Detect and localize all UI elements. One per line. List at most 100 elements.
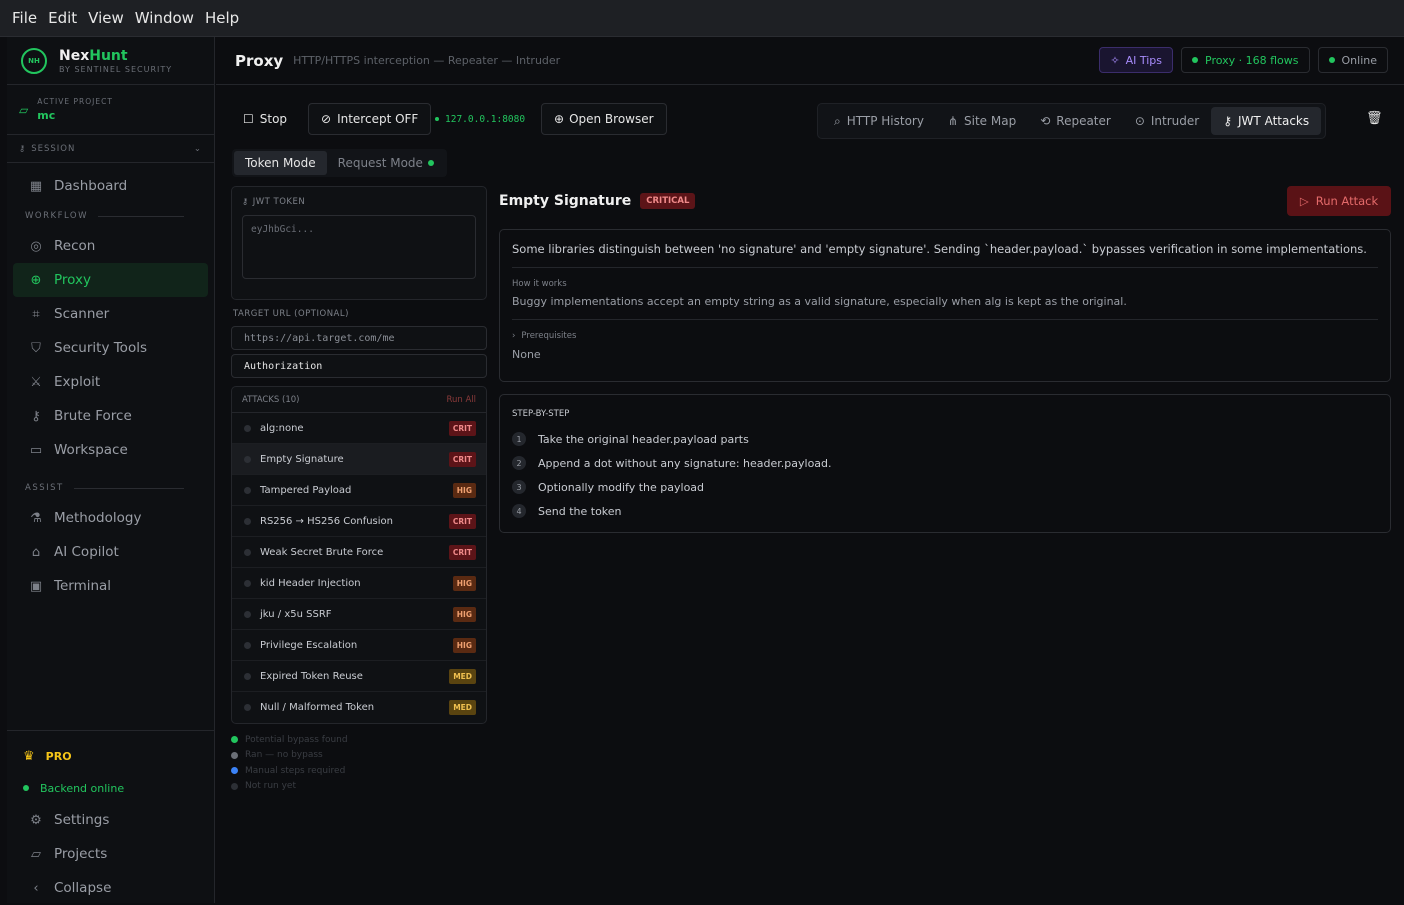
status-dot — [244, 455, 251, 463]
tab-site-map[interactable]: ⋔ Site Map — [936, 107, 1028, 135]
attack-name: Tampered Payload — [260, 484, 352, 496]
nav-scanner[interactable]: ⌗ Scanner — [13, 297, 208, 331]
attack-row[interactable]: Null / Malformed Token MED — [232, 692, 486, 723]
legend-not-run: Not run yet — [245, 781, 296, 792]
sidebar-bottom: ♛ PRO Backend online ⚙ Settings ▱ Projects … — [7, 730, 215, 905]
sitemap-icon: ⋔ — [947, 114, 959, 128]
legend-dot-manual — [231, 767, 238, 775]
active-project[interactable]: ▱ ACTIVE PROJECT mc — [7, 85, 214, 135]
session-dropdown[interactable]: ⚷ SESSION ⌄ — [7, 135, 214, 163]
search-icon: ⌕ — [834, 113, 841, 128]
open-browser-button[interactable]: ⊕ Open Browser — [541, 103, 667, 135]
nav-ai-copilot[interactable]: ⌂ AI Copilot — [13, 535, 208, 569]
attack-row[interactable]: Weak Secret Brute Force CRIT — [232, 537, 486, 568]
brand-name: NexHunt — [59, 48, 172, 64]
jwt-token-input[interactable]: eyJhbGci... — [242, 215, 476, 279]
prerequisites-value: None — [512, 348, 541, 361]
proxy-flows-badge[interactable]: Proxy · 168 flows — [1181, 47, 1310, 73]
severity-badge: HIG — [452, 575, 476, 591]
chevron-right-icon: › — [512, 331, 516, 341]
online-label: Online — [1341, 53, 1377, 67]
attack-row[interactable]: Expired Token Reuse MED — [232, 661, 486, 692]
nav-brute-force-label: Brute Force — [54, 408, 132, 424]
menu-edit[interactable]: Edit — [48, 9, 77, 27]
step-text: Send the token — [538, 504, 622, 518]
repeat-icon: ⟲ — [1040, 114, 1051, 128]
ai-tips-button[interactable]: ✧ AI Tips — [1099, 47, 1174, 73]
tab-http-history[interactable]: ⌕ HTTP History — [822, 107, 936, 135]
key-icon: ⚷ — [19, 143, 27, 154]
status-dot — [244, 548, 251, 556]
tab-repeater[interactable]: ⟲ Repeater — [1028, 107, 1123, 135]
status-dot — [244, 641, 251, 649]
menu-view[interactable]: View — [88, 9, 124, 27]
description-card: Some libraries distinguish between 'no s… — [499, 229, 1391, 382]
nav-exploit-label: Exploit — [54, 374, 101, 390]
chevron-left-icon: ‹ — [33, 880, 39, 896]
attack-row[interactable]: alg:none CRIT — [232, 413, 486, 444]
status-dot — [244, 672, 251, 680]
token-mode-tab[interactable]: Token Mode — [234, 151, 327, 175]
target-url-input[interactable]: https://api.target.com/me — [231, 326, 487, 350]
intercept-toggle[interactable]: ⊘ Intercept OFF — [308, 103, 432, 135]
pro-badge[interactable]: ♛ PRO — [7, 739, 215, 773]
nav-settings[interactable]: ⚙ Settings — [13, 803, 209, 837]
active-project-name: mc — [37, 109, 56, 122]
severity-badge: CRIT — [448, 451, 476, 467]
nav-projects[interactable]: ▱ Projects — [13, 837, 209, 871]
menu-window[interactable]: Window — [135, 9, 194, 27]
menu-file[interactable]: File — [12, 9, 37, 27]
run-attack-button[interactable]: ▷ Run Attack — [1287, 186, 1391, 216]
listening-dot — [435, 117, 439, 121]
stop-button[interactable]: ☐ Stop — [233, 103, 299, 135]
nav-terminal-label: Terminal — [54, 578, 112, 594]
book-icon: ▭ — [29, 442, 43, 458]
tab-intruder[interactable]: ⊙ Intruder — [1123, 107, 1211, 135]
step-number: 1 — [512, 432, 526, 446]
request-mode-label: Request Mode — [337, 156, 423, 170]
pro-label: PRO — [45, 749, 72, 763]
radar-icon: ◎ — [30, 238, 42, 254]
tab-jwt-attacks[interactable]: ⚷ JWT Attacks — [1211, 107, 1322, 135]
nav-security-tools[interactable]: ⛉ Security Tools — [13, 331, 208, 365]
nav-recon[interactable]: ◎ Recon — [13, 229, 208, 263]
nav-proxy[interactable]: ⊕ Proxy — [13, 263, 208, 297]
nav-methodology[interactable]: ⚗ Methodology — [13, 501, 208, 535]
attack-name: kid Header Injection — [260, 577, 361, 589]
crosshair-icon: NH — [21, 47, 47, 74]
attack-name: Weak Secret Brute Force — [260, 546, 384, 558]
steps-label: STEP-BY-STEP — [512, 409, 570, 419]
attack-row[interactable]: jku / x5u SSRF HIG — [232, 599, 486, 630]
robot-icon: ⌂ — [31, 544, 41, 560]
auth-header-input[interactable]: Authorization — [231, 354, 487, 378]
proxy-status-dot — [1192, 57, 1199, 63]
attack-row[interactable]: Empty Signature CRIT — [232, 444, 486, 475]
step-by-step-card: STEP-BY-STEP 1 Take the original header.p… — [499, 394, 1391, 533]
brand-subtitle: BY SENTINEL SECURITY — [59, 64, 173, 74]
attack-row[interactable]: kid Header Injection HIG — [232, 568, 486, 599]
nav-workspace[interactable]: ▭ Workspace — [13, 433, 208, 467]
collapse-label: Collapse — [54, 880, 112, 896]
nav-proxy-label: Proxy — [54, 272, 91, 288]
prerequisites-toggle[interactable]: › Prerequisites — [512, 331, 1378, 341]
nav-dashboard[interactable]: ▦ Dashboard — [13, 169, 208, 203]
stop-label: Stop — [259, 112, 288, 126]
nav-terminal[interactable]: ▣ Terminal — [13, 569, 208, 603]
request-mode-tab[interactable]: Request Mode — [327, 151, 445, 175]
collapse-button[interactable]: ‹ Collapse — [13, 871, 209, 905]
nav-exploit[interactable]: ⚔ Exploit — [13, 365, 208, 399]
brand-logo[interactable]: NH NexHunt BY SENTINEL SECURITY — [7, 37, 214, 85]
attack-row[interactable]: Privilege Escalation HIG — [232, 630, 486, 661]
trash-icon[interactable]: 🗑 — [1366, 111, 1383, 126]
attack-row[interactable]: RS256 → HS256 Confusion CRIT — [232, 506, 486, 537]
run-all-button[interactable]: Run All — [446, 395, 476, 405]
menu-help[interactable]: Help — [205, 9, 239, 27]
left-column: ⚷ JWT TOKEN eyJhbGci... TARGET URL (OPTIO… — [231, 186, 487, 794]
attack-row[interactable]: Tampered Payload HIG — [232, 475, 486, 506]
key-icon: ⚷ — [31, 408, 41, 424]
step-item: 1 Take the original header.payload parts — [512, 427, 1378, 451]
step-item: 2 Append a dot without any signature: hea… — [512, 451, 1378, 475]
terminal-icon: ▣ — [29, 578, 43, 594]
legend-item: Not run yet — [231, 779, 487, 795]
nav-brute-force[interactable]: ⚷ Brute Force — [13, 399, 208, 433]
